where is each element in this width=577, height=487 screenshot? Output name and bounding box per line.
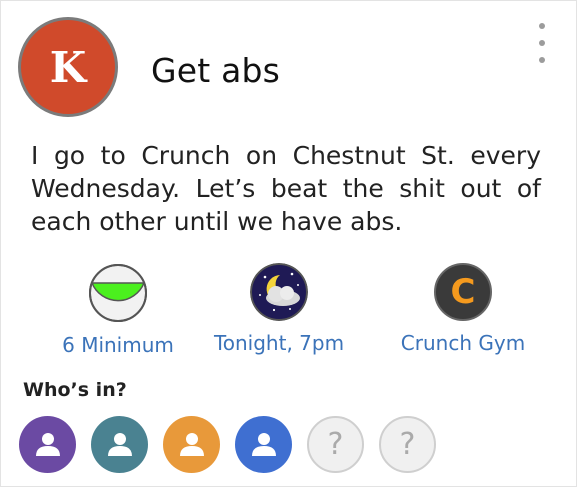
gym-logo-letter: C [450,272,476,312]
night-moon-icon [250,263,308,321]
time-label[interactable]: Tonight, 7pm [214,331,344,355]
event-title: Get abs [151,51,281,90]
place-info[interactable]: C Crunch Gym [378,263,548,355]
open-slot[interactable]: ? [307,416,364,473]
attendee-list: ? ? [19,416,451,473]
minimum-gauge-icon [88,263,148,323]
attendees-heading: Who’s in? [23,379,127,401]
host-avatar-letter: K [49,42,87,92]
place-label[interactable]: Crunch Gym [401,331,525,355]
time-info[interactable]: Tonight, 7pm [194,263,364,355]
host-avatar[interactable]: K [18,17,118,117]
gym-logo-icon: C [434,263,492,321]
person-icon [251,432,276,456]
question-mark-icon: ? [327,427,344,462]
person-icon [179,432,204,456]
event-description: I go to Crunch on Chestnut St. every Wed… [31,141,541,236]
attendee-avatar[interactable] [235,416,292,473]
attendee-avatar[interactable] [163,416,220,473]
event-card: K Get abs I go to Crunch on Chestnut St.… [0,0,577,487]
open-slot[interactable]: ? [379,416,436,473]
person-icon [35,432,60,456]
attendee-avatar[interactable] [91,416,148,473]
more-options-icon[interactable] [534,23,550,63]
minimum-label[interactable]: 6 Minimum [62,333,174,357]
minimum-info[interactable]: 6 Minimum [33,263,203,357]
attendee-avatar[interactable] [19,416,76,473]
question-mark-icon: ? [399,427,416,462]
person-icon [107,432,132,456]
